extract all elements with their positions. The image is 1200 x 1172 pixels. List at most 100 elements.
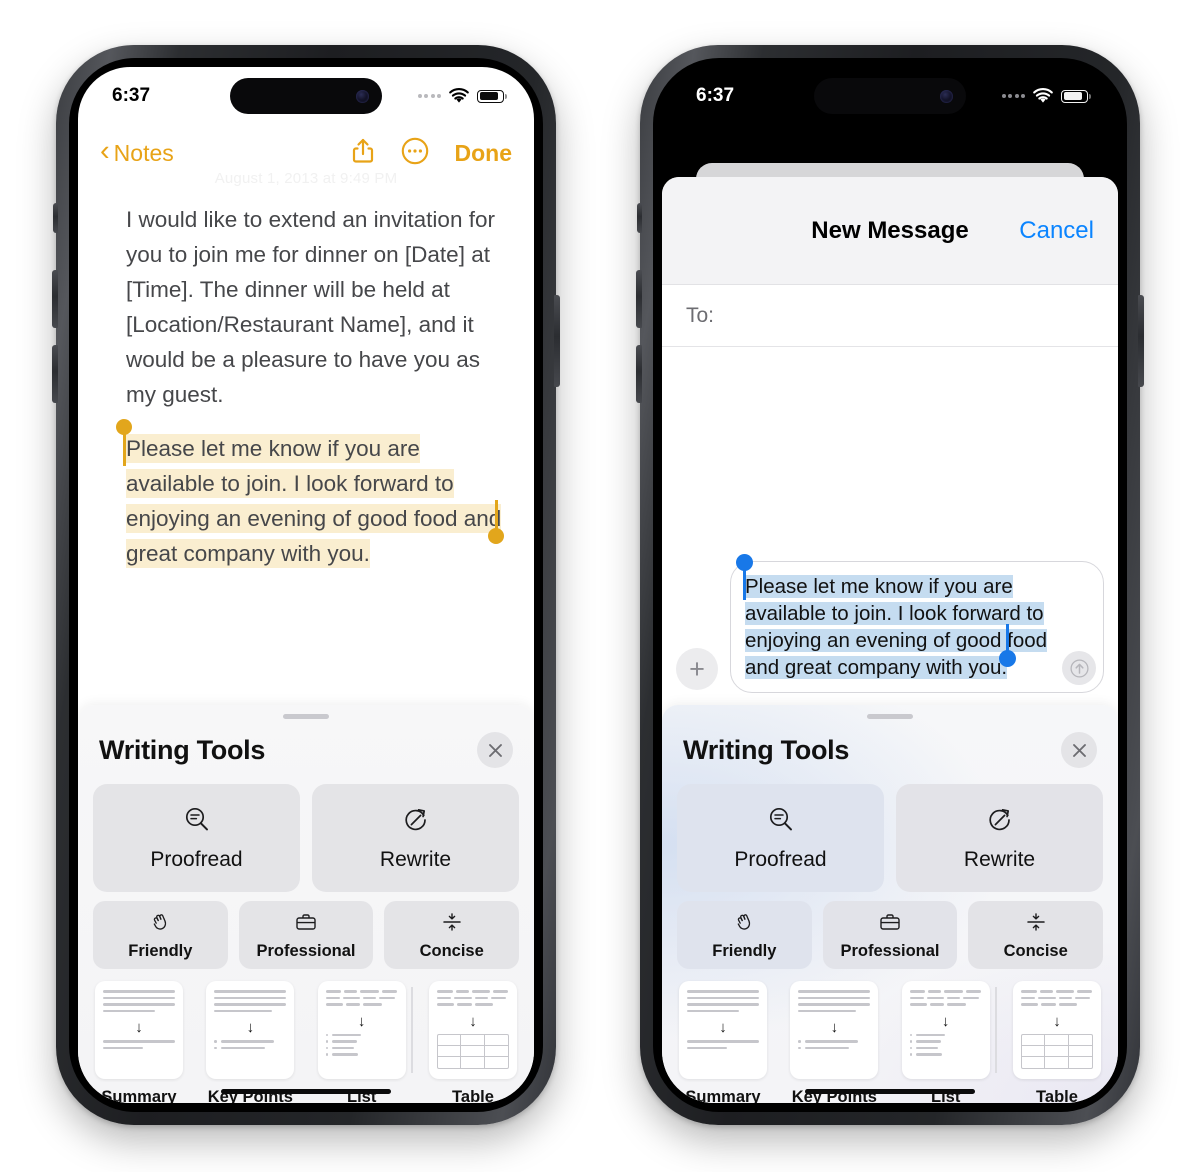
close-icon[interactable] [1061, 732, 1097, 768]
writing-tools-header: Writing Tools [93, 719, 519, 768]
close-icon[interactable] [477, 732, 513, 768]
proofread-button[interactable]: Proofread [93, 784, 300, 892]
arrow-down-icon: ↓ [469, 1012, 477, 1030]
notes-nav-icons [351, 137, 429, 170]
note-selection-highlight: Please let me know if you are available … [126, 434, 502, 568]
note-selected-paragraph[interactable]: Please let me know if you are available … [116, 419, 504, 568]
arrow-down-icon: ↓ [246, 1019, 255, 1036]
arrow-down-icon: ↓ [1053, 1012, 1061, 1030]
done-button[interactable]: Done [455, 140, 513, 167]
rewrite-button[interactable]: Rewrite [896, 784, 1103, 892]
to-field[interactable]: To: [662, 285, 1118, 347]
list-button[interactable]: ↓ List [900, 981, 992, 1103]
rewrite-circle-arrow-icon [401, 805, 431, 840]
home-indicator-right[interactable] [805, 1088, 975, 1094]
writing-tools-main-actions: Proofread Rewrite [93, 784, 519, 892]
concise-button[interactable]: Concise [384, 901, 520, 969]
note-paragraph-1: I would like to extend an invitation for… [126, 207, 495, 407]
message-selection-handle-end-dot[interactable] [999, 650, 1016, 667]
selection-handle-start-bar[interactable] [123, 432, 126, 466]
writing-tools-main-actions: Proofread Rewrite [677, 784, 1103, 892]
summary-button[interactable]: ↓ Summary [677, 981, 769, 1103]
volume-up-button[interactable] [52, 270, 58, 328]
professional-label: Professional [256, 941, 356, 960]
concise-button[interactable]: Concise [968, 901, 1104, 969]
home-indicator-left[interactable] [221, 1088, 391, 1094]
compress-arrows-icon [440, 910, 464, 939]
professional-label: Professional [840, 941, 940, 960]
status-time: 6:37 [696, 85, 735, 106]
note-date: August 1, 2013 at 9:49 PM [214, 170, 398, 187]
power-button[interactable] [554, 295, 560, 387]
share-icon[interactable] [351, 137, 375, 170]
table-button[interactable]: ↓ Table [1011, 981, 1103, 1103]
table-button[interactable]: ↓ Table [427, 981, 519, 1103]
phone-right-messages: 6:37 New Message Cancel To: + Please let… [636, 45, 1144, 1125]
rewrite-button[interactable]: Rewrite [312, 784, 519, 892]
writing-tools-panel-left: Writing Tools Proofread Rewrite Friendly… [78, 705, 534, 1103]
volume-down-button[interactable] [52, 345, 58, 403]
concise-label: Concise [419, 941, 484, 960]
status-indicators [417, 88, 507, 104]
status-time: 6:37 [112, 85, 151, 106]
cancel-button[interactable]: Cancel [1019, 217, 1094, 245]
wifi-icon [448, 88, 470, 104]
key-points-card-icon: ↓ [206, 981, 295, 1079]
briefcase-icon [294, 910, 318, 939]
new-message-title: New Message [811, 216, 969, 244]
summary-button[interactable]: ↓ Summary [93, 981, 185, 1103]
writing-tools-format-actions: ↓ Summary ↓ Key Points ↓ List ↓ Table [677, 981, 1103, 1103]
waving-hand-icon [148, 910, 172, 939]
power-button[interactable] [1138, 295, 1144, 387]
waving-hand-icon [732, 910, 756, 939]
selection-handle-end-dot[interactable] [488, 528, 504, 544]
professional-button[interactable]: Professional [822, 901, 958, 969]
writing-tools-title: Writing Tools [99, 734, 266, 765]
to-field-label: To: [686, 303, 715, 327]
new-message-header: New Message Cancel [662, 177, 1118, 285]
volume-up-button[interactable] [636, 270, 642, 328]
concise-label: Concise [1003, 941, 1068, 960]
summary-label: Summary [101, 1088, 177, 1103]
key-points-button[interactable]: ↓ Key Points [204, 981, 296, 1103]
arrow-down-icon: ↓ [719, 1019, 727, 1036]
rewrite-label: Rewrite [963, 847, 1036, 871]
writing-tools-format-actions: ↓ Summary ↓ Key Points ↓ List ↓ Table [93, 981, 519, 1103]
ellipsis-circle-icon[interactable] [401, 137, 429, 170]
volume-down-button[interactable] [636, 345, 642, 403]
friendly-button[interactable]: Friendly [93, 901, 228, 969]
writing-tools-tone-actions: Friendly Professional Concise [93, 901, 520, 969]
phone-left-notes: 6:37 ‹ Notes Done August 1, 2013 at 9:49… [52, 45, 560, 1125]
rewrite-label: Rewrite [379, 847, 452, 871]
send-arrow-up-icon[interactable] [1062, 651, 1096, 685]
friendly-button[interactable]: Friendly [677, 901, 812, 969]
plus-icon[interactable]: + [676, 648, 718, 690]
selection-handle-start-dot[interactable] [116, 419, 132, 435]
table-label: Table [1036, 1088, 1078, 1103]
message-selection-handle-start-dot[interactable] [736, 554, 753, 571]
message-selection-handle-start-bar[interactable] [743, 570, 746, 600]
mini-table [436, 1033, 509, 1069]
table-label: Table [452, 1088, 494, 1103]
screen-right: 6:37 New Message Cancel To: + Please let… [662, 67, 1118, 1103]
summary-card-icon: ↓ [679, 981, 767, 1079]
mute-switch[interactable] [637, 203, 642, 233]
back-to-notes-button[interactable]: ‹ Notes [100, 137, 174, 167]
note-body[interactable]: I would like to extend an invitation for… [116, 202, 504, 571]
message-input-bubble[interactable]: Please let me know if you are available … [730, 554, 1104, 693]
compress-arrows-icon [1024, 910, 1048, 939]
writing-tools-title: Writing Tools [683, 734, 850, 765]
professional-button[interactable]: Professional [238, 901, 374, 969]
magnifier-lines-icon [182, 805, 212, 840]
cellular-dots-icon [1001, 94, 1025, 98]
proofread-button[interactable]: Proofread [677, 784, 884, 892]
screenshot-stage: 6:37 ‹ Notes Done August 1, 2013 at 9:49… [0, 0, 1200, 1172]
arrow-down-icon: ↓ [830, 1019, 839, 1036]
key-points-card-icon: ↓ [790, 981, 879, 1079]
list-button[interactable]: ↓ List [316, 981, 408, 1103]
key-points-button[interactable]: ↓ Key Points [788, 981, 880, 1103]
magnifier-lines-icon [766, 805, 796, 840]
mute-switch[interactable] [53, 203, 58, 233]
battery-icon [477, 89, 507, 103]
cellular-dots-icon [417, 94, 441, 98]
